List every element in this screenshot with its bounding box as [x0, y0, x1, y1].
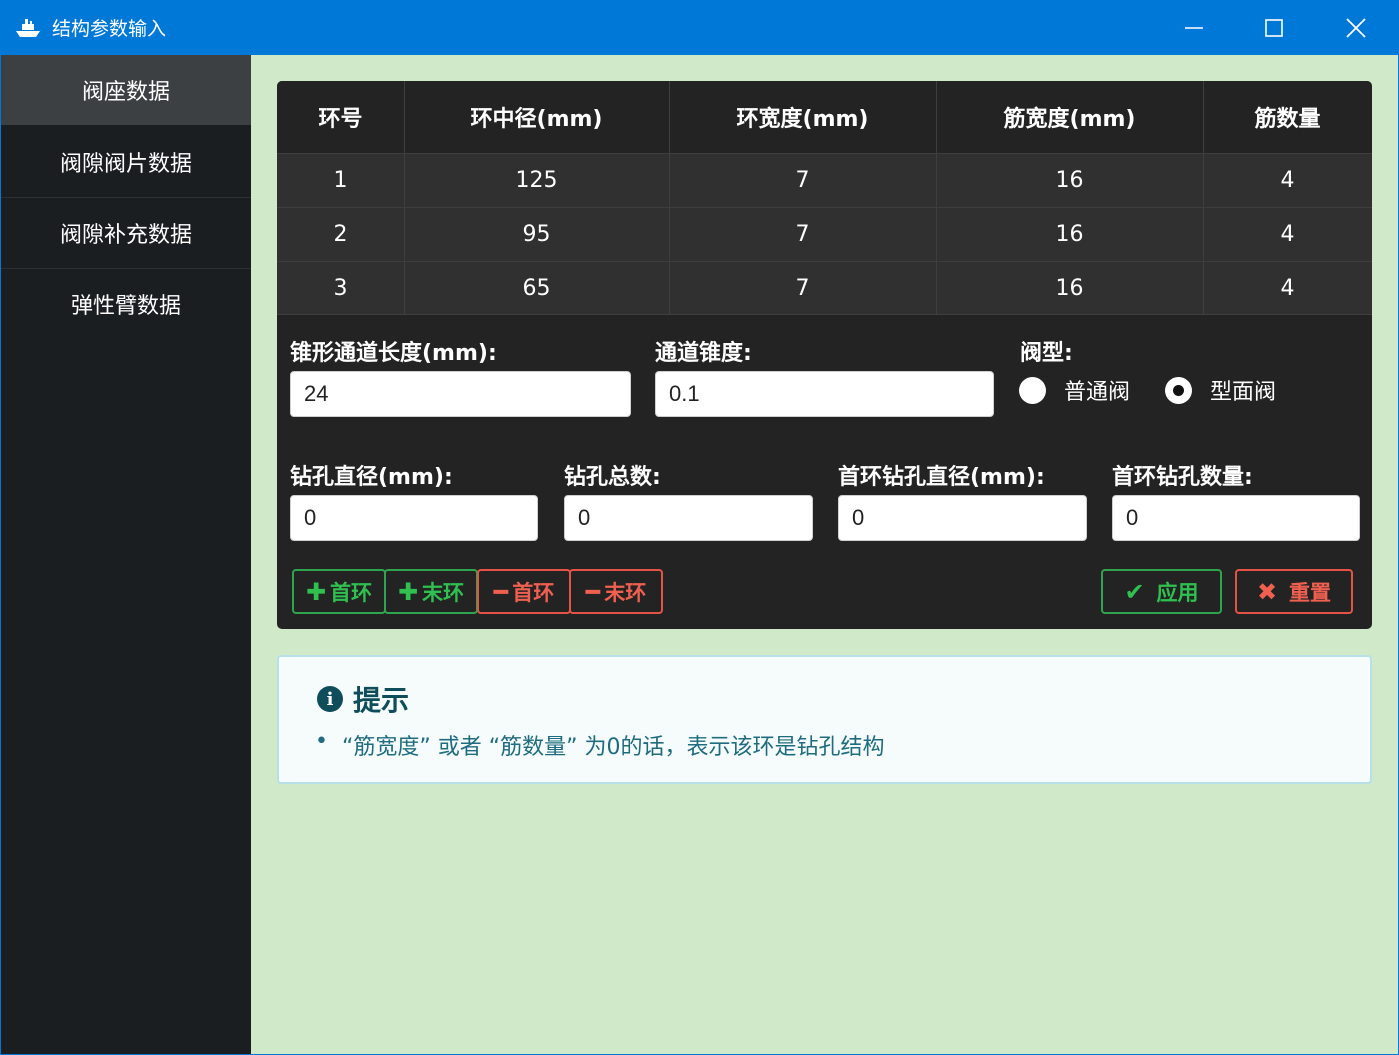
table-cell[interactable]: 4: [1203, 262, 1372, 315]
info-icon: i: [317, 686, 343, 712]
first-ring-drill-diameter-label: 首环钻孔直径(mm):: [838, 465, 1045, 490]
reset-button[interactable]: ✖ 重置: [1235, 569, 1353, 614]
radio-normal-valve[interactable]: 普通阀: [1019, 374, 1130, 406]
minimize-icon: [1185, 26, 1203, 29]
tip-title-text: 提示: [353, 684, 410, 717]
close-icon: [1346, 17, 1366, 38]
grid-line: [277, 314, 1372, 315]
remove-first-ring-button[interactable]: ━ 首环: [477, 569, 571, 614]
radio-button-unchecked[interactable]: [1019, 376, 1046, 404]
grid-line: [404, 81, 405, 314]
close-x-icon: ✖: [1256, 577, 1278, 606]
button-label: 首环: [330, 580, 373, 605]
button-label: 末环: [604, 580, 647, 605]
drill-diameter-input[interactable]: 0: [290, 495, 538, 541]
grid-line: [669, 81, 670, 314]
tip-box: i 提示 • “筋宽度” 或者 “筋数量” 为0的话，表示该环是钻孔结构: [277, 655, 1372, 784]
column-header-ring-no[interactable]: 环号: [277, 81, 404, 153]
table-cell[interactable]: 4: [1203, 208, 1372, 261]
table-cell[interactable]: 125: [404, 154, 669, 207]
cone-length-input[interactable]: 24: [290, 371, 631, 417]
add-last-ring-button[interactable]: ✚ 末环: [384, 569, 478, 614]
window-body: 阀座数据 阀隙阀片数据 阀隙补充数据 弹性臂数据 环号 环中径(mm) 环宽度(…: [1, 55, 1398, 1054]
minus-icon: ━: [493, 577, 509, 606]
table-cell[interactable]: 7: [669, 208, 936, 261]
maximize-icon: [1265, 18, 1283, 37]
remove-last-ring-button[interactable]: ━ 末环: [569, 569, 663, 614]
first-ring-drill-count-input[interactable]: 0: [1112, 495, 1360, 541]
table-row[interactable]: 2 95 7 16 4: [277, 208, 1372, 261]
drill-diameter-label: 钻孔直径(mm):: [290, 465, 453, 490]
grid-line: [277, 153, 1372, 154]
apply-button[interactable]: ✔ 应用: [1101, 569, 1222, 614]
table-cell[interactable]: 4: [1203, 154, 1372, 207]
table-cell[interactable]: 16: [936, 262, 1203, 315]
tip-text: “筋宽度” 或者 “筋数量” 为0的话，表示该环是钻孔结构: [341, 735, 885, 760]
plus-icon: ✚: [305, 577, 327, 606]
table-row[interactable]: 1 125 7 16 4: [277, 154, 1372, 207]
column-header-rib-width[interactable]: 筋宽度(mm): [936, 81, 1203, 153]
grid-line: [277, 207, 1372, 208]
table-row[interactable]: 3 65 7 16 4: [277, 262, 1372, 315]
grid-line: [277, 261, 1372, 262]
minimize-button[interactable]: [1154, 0, 1234, 55]
table-cell[interactable]: 65: [404, 262, 669, 315]
main-panel: 环号 环中径(mm) 环宽度(mm) 筋宽度(mm) 筋数量 1 125 7 1…: [277, 81, 1372, 629]
taper-label: 通道锥度:: [655, 341, 752, 366]
table-cell[interactable]: 16: [936, 208, 1203, 261]
taper-input[interactable]: 0.1: [655, 371, 994, 417]
table-cell[interactable]: 3: [277, 262, 404, 315]
window-title: 结构参数输入: [52, 18, 167, 40]
first-ring-drill-diameter-input[interactable]: 0: [838, 495, 1087, 541]
ship-icon: [16, 19, 40, 37]
column-header-ring-diameter[interactable]: 环中径(mm): [404, 81, 669, 153]
radio-button-checked[interactable]: [1165, 376, 1192, 404]
check-icon: ✔: [1124, 577, 1145, 606]
sidebar-item-valve-gap-supplement[interactable]: 阀隙补充数据: [1, 198, 251, 268]
table-cell[interactable]: 7: [669, 262, 936, 315]
sidebar-item-elastic-arm[interactable]: 弹性臂数据: [1, 269, 251, 339]
table-cell[interactable]: 16: [936, 154, 1203, 207]
sidebar-item-valve-seat[interactable]: 阀座数据: [1, 55, 251, 125]
bullet-icon: •: [315, 729, 328, 754]
sidebar-item-label: 阀座数据: [81, 80, 170, 105]
table-cell[interactable]: 2: [277, 208, 404, 261]
valve-type-label: 阀型:: [1020, 341, 1073, 366]
table-cell[interactable]: 1: [277, 154, 404, 207]
minus-icon: ━: [585, 577, 601, 606]
sidebar-item-label: 阀隙补充数据: [59, 223, 192, 248]
close-button[interactable]: [1316, 0, 1396, 55]
grid-line: [936, 81, 937, 314]
button-label: 重置: [1289, 580, 1332, 605]
ring-table: 环号 环中径(mm) 环宽度(mm) 筋宽度(mm) 筋数量 1 125 7 1…: [277, 81, 1372, 315]
maximize-button[interactable]: [1234, 0, 1314, 55]
tip-list-item: • “筋宽度” 或者 “筋数量” 为0的话，表示该环是钻孔结构: [315, 729, 885, 761]
drill-total-input[interactable]: 0: [564, 495, 813, 541]
tip-title: i 提示: [317, 679, 409, 719]
table-header: 环号 环中径(mm) 环宽度(mm) 筋宽度(mm) 筋数量: [277, 81, 1372, 153]
radio-profiled-valve[interactable]: 型面阀: [1165, 374, 1276, 406]
sidebar: 阀座数据 阀隙阀片数据 阀隙补充数据 弹性臂数据: [1, 55, 251, 1054]
grid-line: [1203, 81, 1204, 314]
table-cell[interactable]: 95: [404, 208, 669, 261]
drill-total-label: 钻孔总数:: [564, 465, 661, 490]
radio-label: 型面阀: [1210, 380, 1277, 405]
sidebar-item-label: 阀隙阀片数据: [59, 152, 192, 177]
sidebar-item-label: 弹性臂数据: [70, 294, 181, 319]
title-bar: 结构参数输入: [0, 0, 1399, 55]
radio-label: 普通阀: [1064, 380, 1131, 405]
sidebar-item-valve-gap-plate[interactable]: 阀隙阀片数据: [1, 127, 251, 197]
column-header-rib-count[interactable]: 筋数量: [1203, 81, 1372, 153]
cone-length-label: 锥形通道长度(mm):: [290, 341, 497, 366]
button-label: 应用: [1156, 580, 1199, 605]
plus-icon: ✚: [397, 577, 419, 606]
button-label: 首环: [512, 580, 555, 605]
table-cell[interactable]: 7: [669, 154, 936, 207]
add-first-ring-button[interactable]: ✚ 首环: [292, 569, 386, 614]
button-label: 末环: [422, 580, 465, 605]
first-ring-drill-count-label: 首环钻孔数量:: [1112, 465, 1253, 490]
column-header-ring-width[interactable]: 环宽度(mm): [669, 81, 936, 153]
